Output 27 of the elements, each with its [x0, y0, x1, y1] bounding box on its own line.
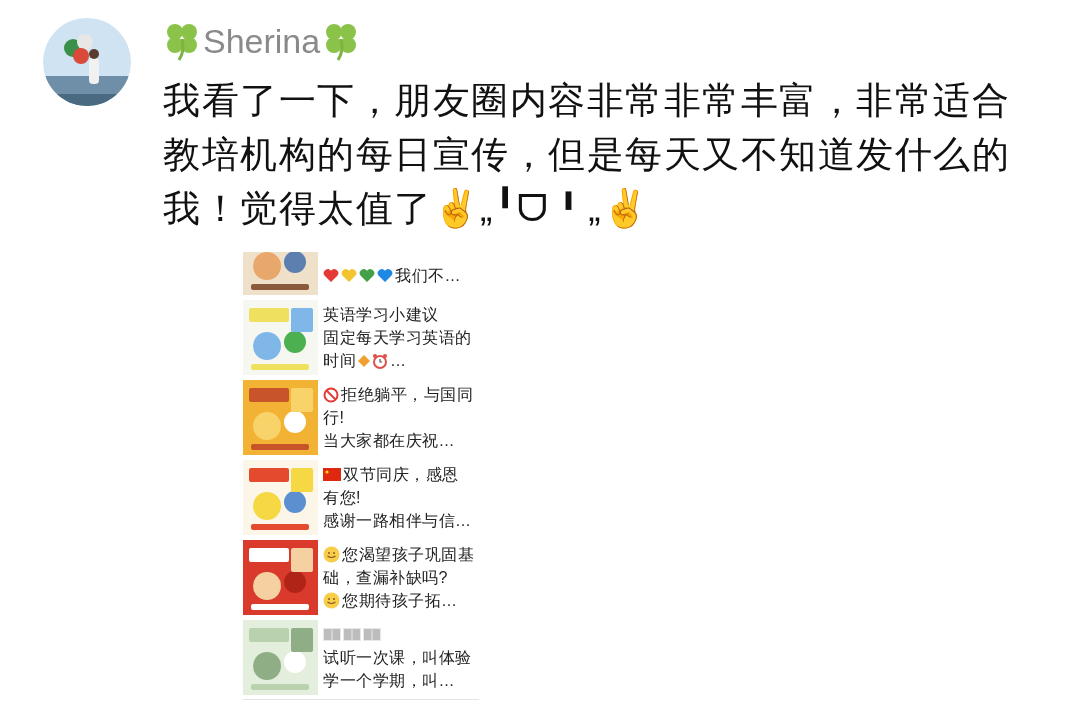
post-text: 我们不… [395, 265, 461, 286]
post-text: 双节同庆，感恩 [343, 464, 459, 485]
post-text: 行! [323, 407, 345, 428]
flag-icon [323, 468, 341, 481]
post-text: 础，查漏补缺吗? [323, 567, 448, 588]
comment-text: 我看了一下，朋友圈内容非常非常丰富，非常适合 教培机构的每日宣传，但是每天又不知道发什么的 我！觉得太值了✌„╹ᗜ╹„✌ [163, 79, 1010, 231]
book-icon [323, 628, 341, 641]
post-text: … [390, 350, 407, 371]
diamond-icon [358, 354, 370, 367]
post-text: 拒绝躺平，与国同 [341, 384, 473, 405]
post-text: 您期待孩子拓… [342, 590, 458, 611]
smiley-icon [323, 546, 340, 563]
book-icon [363, 628, 381, 641]
post-text: 试听一次课，叫体验 [323, 647, 472, 668]
book-icon [343, 628, 361, 641]
post-text: 有您! [323, 487, 361, 508]
post-text: 您渴望孩子巩固基 [342, 544, 474, 565]
post-text: 当大家都在庆祝… [323, 430, 455, 451]
smiley-icon [323, 592, 340, 609]
alarm-clock-icon [372, 352, 388, 369]
post-text: 英语学习小建议 [323, 304, 439, 325]
no-entry-icon [323, 386, 339, 403]
post-text: 感谢一路相伴与信… [323, 510, 472, 531]
post-text: 固定每天学习英语的 [323, 327, 472, 348]
post-text: 学一个学期，叫… [323, 670, 455, 691]
post-text: 时间 [323, 350, 356, 371]
author-name[interactable]: Sherina [203, 15, 321, 67]
